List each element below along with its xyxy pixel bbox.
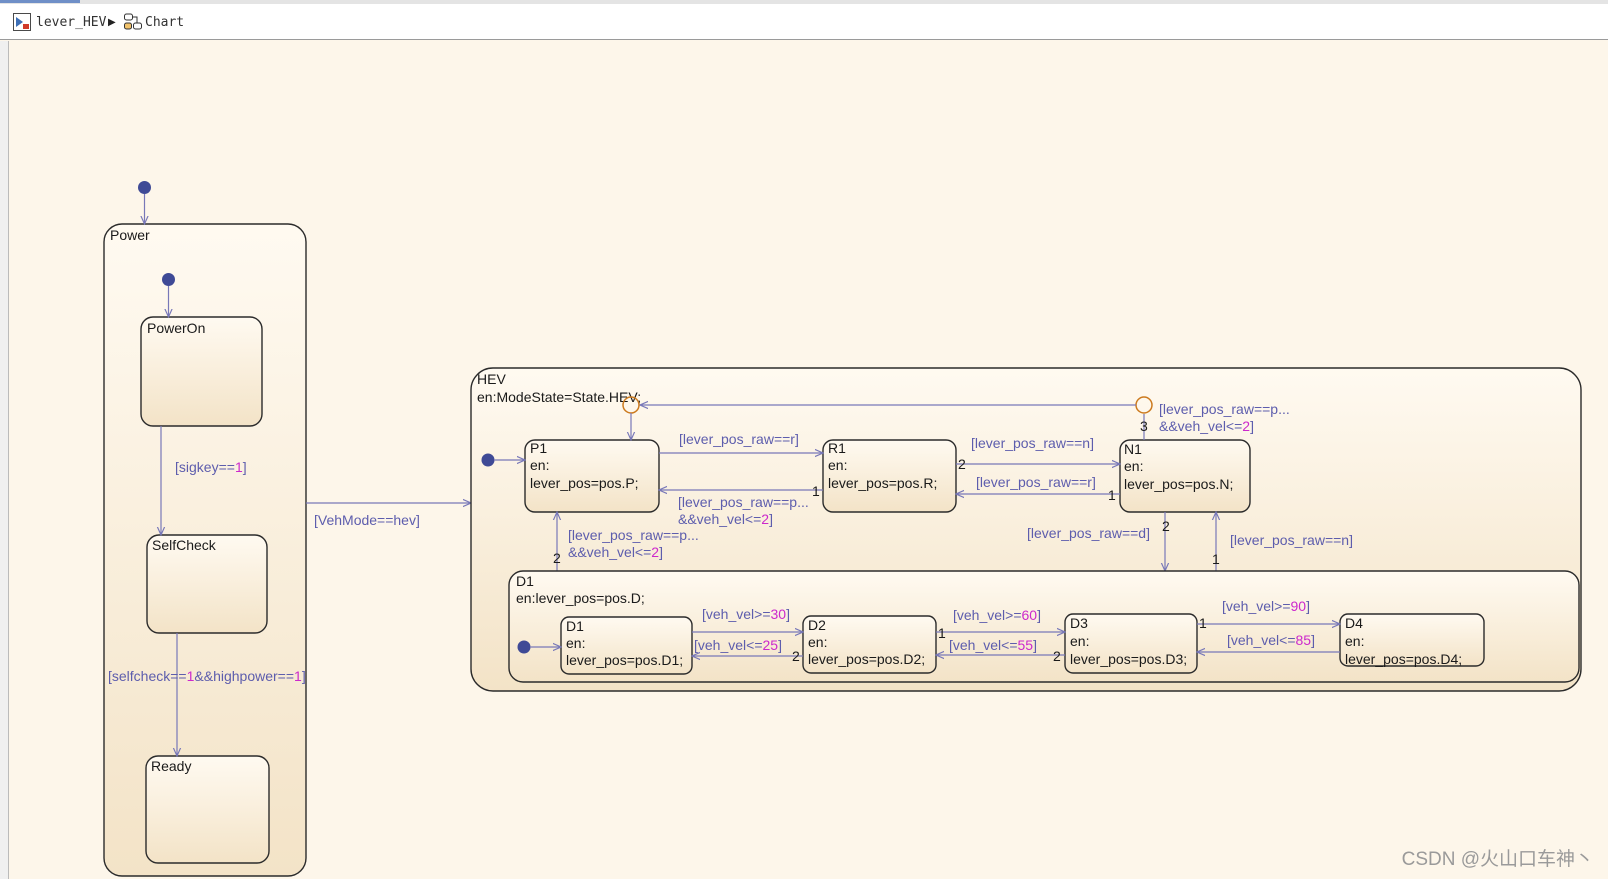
state-r1-action: lever_pos=pos.R; <box>828 475 937 491</box>
transition-selfcheck-label: [selfcheck==1&&highpower==1] <box>108 668 306 684</box>
state-d3-en: en: <box>1070 633 1089 649</box>
state-d4-name: D4 <box>1345 615 1363 631</box>
state-r1-name: R1 <box>828 440 846 456</box>
stateflow-canvas[interactable]: Power PowerOn SelfCheck Ready [sigkey==1… <box>0 0 1608 879</box>
transition-d3-d2-label: [veh_vel<=55] <box>949 637 1037 653</box>
order-d2-out-d3: 1 <box>938 625 946 641</box>
transition-d-p1-label-line2: &&veh_vel<=2] <box>568 544 663 560</box>
order-d-out-n: 1 <box>1212 551 1220 567</box>
state-d-super-entry: en:lever_pos=pos.D; <box>516 590 645 606</box>
transition-n1-r1-label: [lever_pos_raw==r] <box>976 474 1096 490</box>
state-power-name: Power <box>110 227 150 243</box>
transition-d2-d1-label: [veh_vel<=25] <box>694 637 782 653</box>
order-n-out-r: 1 <box>1108 487 1116 503</box>
order-d3-out-d4: 1 <box>1199 615 1207 631</box>
transition-d-n1-label: [lever_pos_raw==n] <box>1230 532 1353 548</box>
state-self-check-name: SelfCheck <box>152 537 217 553</box>
default-transition-dot-top[interactable] <box>138 181 151 194</box>
transition-r1-p1-label-line2: &&veh_vel<=2] <box>678 511 773 527</box>
transition-vehmode-label: [VehMode==hev] <box>314 512 420 528</box>
watermark: CSDN @火山口车神丶 <box>1401 849 1594 870</box>
state-hev-entry: en:ModeState=State.HEV; <box>477 389 641 405</box>
order-n-out-p: 3 <box>1140 418 1148 434</box>
state-r1-en: en: <box>828 457 847 473</box>
state-p1-action: lever_pos=pos.P; <box>530 475 639 491</box>
state-d4-en: en: <box>1345 633 1364 649</box>
order-d-out-p: 2 <box>553 550 561 566</box>
state-power-on-name: PowerOn <box>147 320 205 336</box>
state-d1-name: D1 <box>566 618 584 634</box>
transition-r1-p1-label-line1: [lever_pos_raw==p... <box>678 494 809 510</box>
order-n-out-d: 2 <box>1162 518 1170 534</box>
default-transition-dot-power[interactable] <box>162 273 175 286</box>
transition-sigkey-label: [sigkey==1] <box>175 459 247 475</box>
transition-d4-d3-label: [veh_vel<=85] <box>1227 632 1315 648</box>
state-n1-action: lever_pos=pos.N; <box>1124 476 1233 492</box>
state-d3-name: D3 <box>1070 615 1088 631</box>
transition-d2-d3-label: [veh_vel>=60] <box>953 607 1041 623</box>
order-d3-out-d2: 2 <box>1053 648 1061 664</box>
transition-d-p1-label-line1: [lever_pos_raw==p... <box>568 527 699 543</box>
state-n1-en: en: <box>1124 458 1143 474</box>
order-d2-out-d1: 2 <box>792 648 800 664</box>
state-p1-name: P1 <box>530 440 547 456</box>
state-d2-name: D2 <box>808 617 826 633</box>
default-transition-dot-d[interactable] <box>517 640 531 654</box>
state-n1-name: N1 <box>1124 441 1142 457</box>
transition-d3-d4-label: [veh_vel>=90] <box>1222 598 1310 614</box>
default-transition-dot-hev[interactable] <box>481 453 495 467</box>
state-d2-en: en: <box>808 634 827 650</box>
transition-n1-d-label: [lever_pos_raw==d] <box>1027 525 1150 541</box>
transition-p1-r1-label: [lever_pos_raw==r] <box>679 431 799 447</box>
state-ready-name: Ready <box>151 758 191 774</box>
order-r-out-n: 2 <box>958 456 966 472</box>
state-d-super-name: D1 <box>516 573 534 589</box>
transition-n1-p1-label-line2: &&veh_vel<=2] <box>1159 418 1254 434</box>
transition-d1-d2-label: [veh_vel>=30] <box>702 606 790 622</box>
order-r-out-p: 1 <box>812 483 820 499</box>
transition-n1-p1-label-line1: [lever_pos_raw==p... <box>1159 401 1290 417</box>
transition-r1-n1-label: [lever_pos_raw==n] <box>971 435 1094 451</box>
state-d4-action: lever_pos=pos.D4; <box>1345 651 1462 667</box>
state-hev-name: HEV <box>477 371 506 387</box>
state-d3-action: lever_pos=pos.D3; <box>1070 651 1187 667</box>
state-p1-en: en: <box>530 457 549 473</box>
state-d1-action: lever_pos=pos.D1; <box>566 652 683 668</box>
state-d1-en: en: <box>566 635 585 651</box>
state-d2-action: lever_pos=pos.D2; <box>808 651 925 667</box>
